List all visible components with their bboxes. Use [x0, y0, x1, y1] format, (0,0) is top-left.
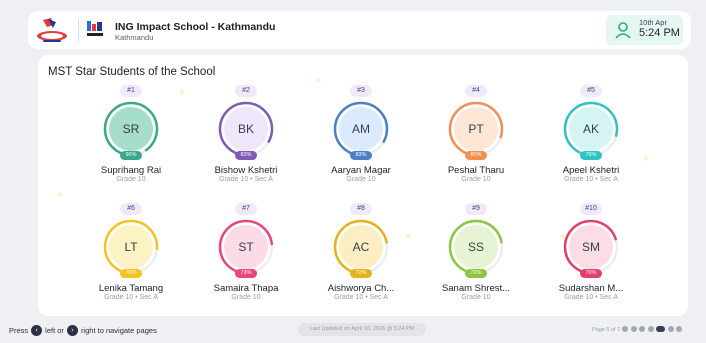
- page-dots: [622, 326, 685, 332]
- score-badge: 73%: [235, 269, 257, 278]
- student-avatar: BK: [237, 122, 254, 136]
- student-avatar: PT: [468, 122, 484, 136]
- student-name: Suprihang Rai: [100, 165, 162, 176]
- student-name: Peshal Tharu: [447, 165, 505, 176]
- ing-impact-logo: [86, 19, 104, 41]
- student-card[interactable]: #4 PT 80% Peshal Tharu Grade 10: [421, 85, 531, 197]
- score-badge: 72%: [350, 269, 372, 278]
- score-badge: 83%: [350, 151, 372, 160]
- page-dot[interactable]: [639, 326, 645, 332]
- rank-badge: #7: [235, 203, 257, 215]
- student-card[interactable]: #6 LT 76% Lenika Tamang Grade 10 • Sec A: [76, 203, 186, 315]
- student-grade: Grade 10 • Sec A: [564, 294, 618, 301]
- rank-badge: #6: [120, 203, 142, 215]
- student-grade: Grade 10: [461, 176, 491, 183]
- student-grade: Grade 10 • Sec A: [104, 294, 158, 301]
- nav-left-text: left or: [45, 326, 64, 335]
- student-avatar: AK: [582, 122, 599, 136]
- user-icon: [613, 20, 633, 40]
- student-card[interactable]: #7 ST 73% Samaira Thapa Grade 10: [191, 203, 301, 315]
- student-card[interactable]: #8 AC 72% Aishworya Ch... Grade 10 • Sec A: [306, 203, 416, 315]
- current-time: 5:24 PM: [639, 27, 680, 39]
- student-name: Sanam Shrest...: [441, 283, 511, 294]
- nav-right-text: right to navigate pages: [80, 326, 157, 335]
- student-grade: Grade 10 • Sec A: [219, 176, 273, 183]
- score-badge: 80%: [465, 151, 487, 160]
- score-badge: 76%: [120, 269, 142, 278]
- datetime-widget: 10th Apr 5:24 PM: [606, 15, 683, 45]
- rank-badge: #2: [235, 85, 257, 97]
- prev-page-button[interactable]: ‹: [31, 325, 43, 336]
- student-avatar: SR: [122, 122, 140, 136]
- star-students-panel: ✦ ✦ ✦ ✦ ✦ ✦ MST Star Students of the Sch…: [38, 55, 688, 316]
- rank-badge: #3: [350, 85, 372, 97]
- student-grade: Grade 10: [346, 176, 376, 183]
- student-card[interactable]: #1 SR 90% Suprihang Rai Grade 10: [76, 85, 186, 197]
- student-avatar: ST: [238, 240, 254, 254]
- page-indicator: Page 5 of 7: [592, 327, 621, 333]
- header-divider: [78, 19, 79, 41]
- student-name: Lenika Tamang: [98, 283, 164, 294]
- student-name: Sudarshan M...: [558, 283, 624, 294]
- current-date: 10th Apr: [639, 18, 667, 27]
- rank-badge: #8: [350, 203, 372, 215]
- student-card[interactable]: #3 AM 83% Aaryan Magar Grade 10: [306, 85, 416, 197]
- school-name: ING Impact School - Kathmandu: [115, 21, 276, 33]
- student-card[interactable]: #10 SM 70% Sudarshan M... Grade 10 • Sec A: [536, 203, 646, 315]
- student-avatar: AM: [352, 122, 370, 136]
- student-name: Aaryan Magar: [331, 165, 391, 176]
- page-dot[interactable]: [656, 326, 665, 332]
- score-badge: 83%: [235, 151, 257, 160]
- student-avatar: AC: [352, 240, 370, 254]
- student-grade: Grade 10: [231, 294, 261, 301]
- rank-badge: #10: [580, 203, 602, 215]
- student-avatar: LT: [124, 240, 138, 254]
- score-badge: 70%: [580, 269, 602, 278]
- student-avatar: SS: [467, 240, 484, 254]
- student-card[interactable]: #2 BK 83% Bishow Kshetri Grade 10 • Sec A: [191, 85, 301, 197]
- navigation-hint: Press ‹ left or › right to navigate page…: [9, 325, 157, 336]
- next-page-button[interactable]: ›: [66, 325, 78, 336]
- rank-badge: #5: [580, 85, 602, 97]
- page-dot[interactable]: [630, 326, 637, 332]
- second-logo: [34, 16, 70, 44]
- student-grade: Grade 10 • Sec A: [564, 176, 618, 183]
- decor-star-icon: ✦: [56, 190, 65, 201]
- score-badge: 90%: [120, 151, 142, 160]
- student-name: Apeel Kshetri: [562, 165, 620, 176]
- student-avatar: SM: [582, 240, 600, 254]
- student-grade: Grade 10: [461, 294, 491, 301]
- nav-prefix: Press: [9, 326, 29, 335]
- page-dot[interactable]: [622, 326, 628, 332]
- rank-badge: #4: [465, 85, 487, 97]
- header-bar: ING Impact School - Kathmandu Kathmandu …: [28, 11, 691, 49]
- student-grade: Grade 10 • Sec A: [334, 294, 388, 301]
- last-updated-badge: Last Updated on April 10, 2026 @ 5:24 PM: [298, 323, 426, 336]
- page-dot[interactable]: [667, 326, 674, 332]
- student-card[interactable]: #5 AK 79% Apeel Kshetri Grade 10 • Sec A: [536, 85, 646, 197]
- score-badge: 72%: [465, 269, 487, 278]
- school-city: Kathmandu: [115, 33, 154, 42]
- rank-badge: #9: [465, 203, 487, 215]
- page-dot[interactable]: [676, 326, 682, 332]
- score-badge: 79%: [580, 151, 602, 160]
- student-name: Samaira Thapa: [213, 283, 279, 294]
- student-name: Aishworya Ch...: [327, 283, 395, 294]
- student-name: Bishow Kshetri: [214, 165, 278, 176]
- panel-title: MST Star Students of the School: [48, 66, 216, 78]
- rank-badge: #1: [120, 85, 142, 97]
- page-dot[interactable]: [647, 326, 654, 332]
- student-grade: Grade 10: [116, 176, 146, 183]
- student-card[interactable]: #9 SS 72% Sanam Shrest... Grade 10: [421, 203, 531, 315]
